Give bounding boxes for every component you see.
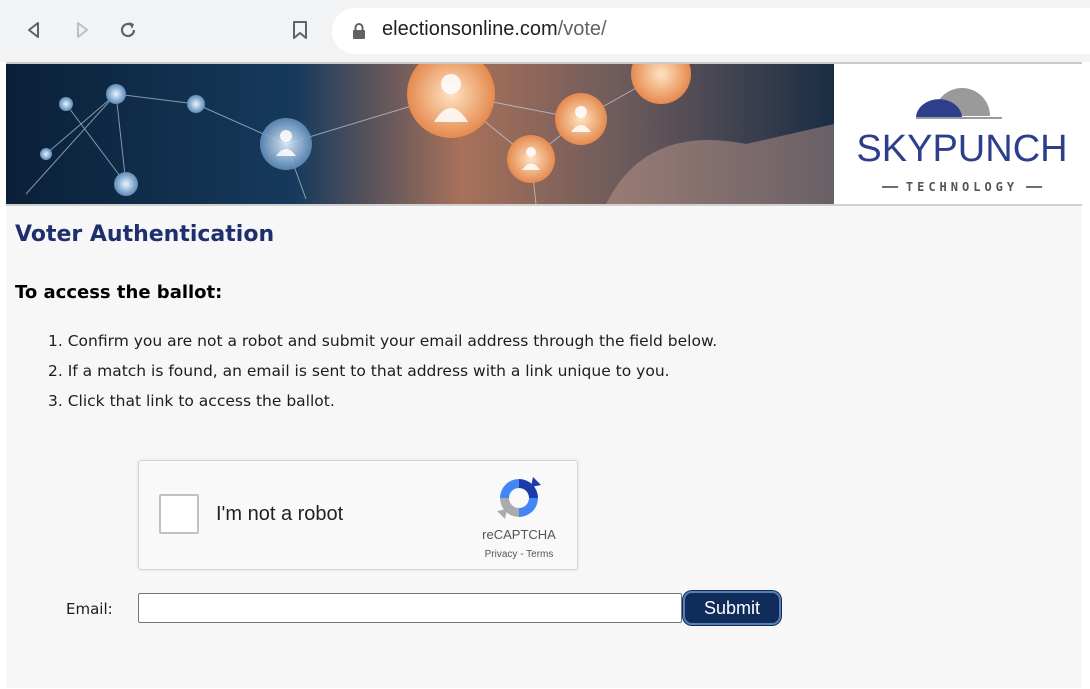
browser-toolbar: electionsonline.com/vote/ [0,0,1090,62]
url-text: electionsonline.com/vote/ [382,18,607,41]
instruction-step: 2. If a match is found, an email is sent… [48,362,670,380]
logo-name: SKYPUNCH [856,128,1068,170]
url-path: /vote/ [557,18,607,40]
email-label: Email: [66,600,113,618]
address-bar[interactable]: electionsonline.com/vote/ [332,8,1090,54]
page-subtitle: To access the ballot: [15,282,223,303]
skypunch-logo: SKYPUNCH TECHNOLOGY [834,64,1082,204]
instruction-step: 1. Confirm you are not a robot and submi… [48,332,718,350]
cloud-logo-icon [916,88,1002,119]
instruction-step: 3. Click that link to access the ballot. [48,392,335,410]
email-input[interactable] [138,593,682,623]
network-people-image [6,64,834,204]
recaptcha-logo-icon [497,477,541,519]
forward-icon[interactable] [66,14,98,46]
recaptcha-brand: reCAPTCHA [482,527,556,542]
recaptcha-links: Privacy - Terms [469,549,569,560]
recaptcha-link-separator: - [517,549,527,560]
recaptcha-privacy-link[interactable]: Privacy [485,549,518,560]
back-icon[interactable] [18,14,50,46]
url-domain: electionsonline.com [382,18,558,40]
lock-icon [352,22,366,44]
header-banner: SKYPUNCH TECHNOLOGY [6,64,1082,206]
page-title: Voter Authentication [15,222,275,247]
instruction-list: 1. Confirm you are not a robot and submi… [48,328,717,418]
bookmark-icon[interactable] [284,14,316,46]
recaptcha-checkbox[interactable] [159,494,199,534]
logo-tagline-text: TECHNOLOGY [905,180,1019,194]
page-viewport: SKYPUNCH TECHNOLOGY Voter Authentication… [6,62,1082,688]
submit-button[interactable]: Submit [683,591,781,625]
recaptcha-label: I'm not a robot [216,503,344,525]
reload-icon[interactable] [112,14,144,46]
recaptcha-terms-link[interactable]: Terms [526,549,553,560]
recaptcha-widget: I'm not a robot reCAPTCHA Privacy - Term… [138,460,578,570]
logo-tagline: TECHNOLOGY [844,180,1080,194]
